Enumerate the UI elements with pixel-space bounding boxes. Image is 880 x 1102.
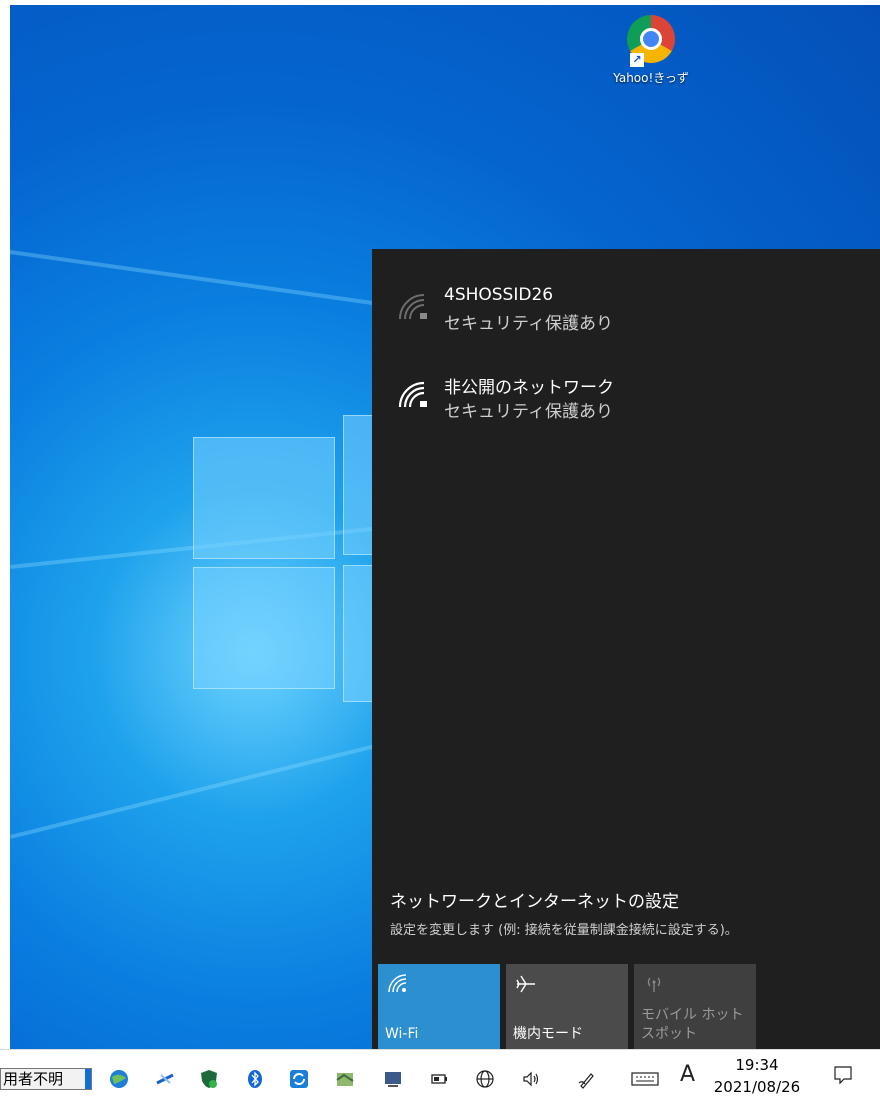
tile-label: 機内モード [513,1026,583,1042]
airplane-mode-tile[interactable]: 機内モード [506,964,628,1052]
ime-mode-indicator[interactable]: A [680,1062,695,1087]
taskbar: 用者不明 A 19:34 2021/08/26 [0,1049,880,1102]
network-item-private[interactable]: 非公開のネットワーク セキュリティ保護あり [396,373,856,433]
map-tool-icon[interactable] [334,1068,356,1090]
clock-date: 2021/08/26 [713,1078,801,1096]
volume-icon[interactable] [520,1068,542,1090]
tile-label: Wi-Fi [385,1026,419,1042]
touch-keyboard-icon[interactable] [630,1068,660,1090]
network-settings-description: 設定を変更します (例: 接続を従量制課金接続に設定する)。 [390,923,738,938]
monitor-icon[interactable] [382,1068,404,1090]
shortcut-label: Yahoo!きっず [613,71,689,85]
network-status: セキュリティ保護あり [444,402,613,422]
bluetooth-icon[interactable] [244,1068,266,1090]
hotspot-icon [647,977,661,992]
airplane-icon [516,975,535,993]
action-center-icon[interactable] [832,1064,854,1086]
network-name: 非公開のネットワーク [444,378,614,398]
user-name-box[interactable]: 用者不明 [0,1068,92,1090]
shield-icon[interactable] [198,1068,220,1090]
shortcut-arrow-icon: ↗ [630,53,644,67]
wifi-icon [388,974,407,993]
windows-logo-pane [193,567,335,689]
battery-icon[interactable] [428,1068,450,1090]
network-settings-link[interactable]: ネットワークとインターネットの設定 [390,887,679,912]
wifi-secured-icon [398,381,427,408]
wifi-secured-icon [399,294,427,320]
network-item-4shossid26[interactable]: 4SHOSSID26 セキュリティ保護あり [396,285,856,345]
wifi-toggle-tile[interactable]: Wi-Fi [378,964,500,1052]
windows-logo-pane [193,437,335,559]
clock[interactable]: 19:34 2021/08/26 [712,1056,802,1096]
network-globe-icon[interactable] [474,1068,496,1090]
sync-icon[interactable] [288,1068,310,1090]
tile-label: モバイル ホットスポット [641,1007,744,1042]
clock-time: 19:34 [735,1056,779,1074]
globe-app-icon[interactable] [108,1068,130,1090]
pen-icon[interactable] [576,1068,598,1090]
network-flyout: 4SHOSSID26 セキュリティ保護あり 非公開のネットワーク セキュリティ保… [372,249,880,1052]
network-status: セキュリティ保護あり [444,314,613,334]
network-adapter-icon[interactable] [154,1068,176,1090]
yahoo-kids-shortcut[interactable]: ↗ Yahoo!きっず [606,15,696,86]
mobile-hotspot-tile[interactable]: モバイル ホットスポット [634,964,756,1052]
network-name: 4SHOSSID26 [444,285,554,305]
